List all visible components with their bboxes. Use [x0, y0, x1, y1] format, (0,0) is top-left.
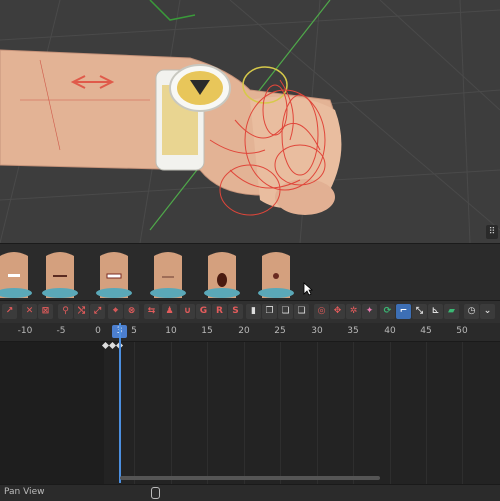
chevron-down-icon[interactable]: ⌄ — [480, 304, 495, 319]
ruler-tick: 45 — [420, 326, 432, 336]
graph-editor-icon[interactable]: ⌐ — [396, 304, 411, 319]
paste-icon[interactable]: ❏ — [278, 304, 293, 319]
ruler-tick: 35 — [347, 326, 359, 336]
scale-icon[interactable]: S — [228, 304, 243, 319]
gridline — [244, 342, 245, 484]
paste-flipped-icon[interactable]: ❑ — [294, 304, 309, 319]
armature-icon[interactable]: ⊠ — [38, 304, 53, 319]
ruler-tick: 5 — [131, 326, 137, 336]
scale-key-icon[interactable]: ⤢ — [90, 304, 105, 319]
view-toggle-icon[interactable]: ⠿ — [486, 225, 498, 239]
breakdown-icon[interactable]: ✲ — [346, 304, 361, 319]
gridline — [462, 342, 463, 484]
shape-key-thumb[interactable] — [92, 248, 136, 298]
bone-icon[interactable]: ↗ — [2, 304, 17, 319]
keyframe-delete-icon[interactable]: ⊗ — [124, 304, 139, 319]
loc-key-icon[interactable]: ⚲ — [58, 304, 73, 319]
frame-ruler[interactable]: -10 -5 0 5 10 15 20 25 30 35 40 45 50 3 — [0, 323, 500, 342]
gridline — [426, 342, 427, 484]
shape-key-thumb[interactable] — [254, 248, 298, 298]
shape-key-thumb[interactable] — [38, 248, 82, 298]
shape-key-thumb[interactable] — [0, 248, 36, 298]
rotate-icon[interactable]: R — [212, 304, 227, 319]
status-mode-text: Pan View — [4, 487, 45, 497]
keyframe-insert-icon[interactable]: ⌖ — [108, 304, 123, 319]
gridline — [134, 342, 135, 484]
render-icon[interactable]: ▰ — [444, 304, 459, 319]
mouse-cursor-icon — [303, 282, 313, 296]
playhead[interactable] — [119, 323, 121, 483]
grab-icon[interactable]: G — [196, 304, 211, 319]
gridline — [390, 342, 391, 484]
dopesheet-icon[interactable]: ⤡ — [412, 304, 427, 319]
bone-pink-icon[interactable]: ✦ — [362, 304, 377, 319]
gridline — [317, 342, 318, 484]
bookmark-icon[interactable]: ▮ — [246, 304, 261, 319]
mirror-icon[interactable]: ⇆ — [144, 304, 159, 319]
clock-icon[interactable]: ◷ — [464, 304, 479, 319]
ruler-tick: 50 — [456, 326, 468, 336]
copy-icon[interactable]: ❐ — [262, 304, 277, 319]
gridline — [171, 342, 172, 484]
ruler-tick: 0 — [95, 326, 101, 336]
ruler-tick: 30 — [311, 326, 323, 336]
mouse-icon — [151, 487, 160, 499]
gridline — [207, 342, 208, 484]
ruler-tick: 20 — [238, 326, 250, 336]
ruler-tick: 10 — [165, 326, 177, 336]
ruler-tick: -5 — [56, 326, 66, 336]
pose-icon[interactable]: ✕ — [22, 304, 37, 319]
gridline — [280, 342, 281, 484]
shape-key-thumb[interactable] — [146, 248, 190, 298]
status-bar: Pan View — [0, 484, 500, 501]
ik-icon[interactable]: ∪ — [180, 304, 195, 319]
nla-icon[interactable]: ⊾ — [428, 304, 443, 319]
refresh-icon[interactable]: ⟳ — [380, 304, 395, 319]
character-icon[interactable]: ♟ — [162, 304, 177, 319]
ruler-tick: 15 — [201, 326, 213, 336]
gridline — [353, 342, 354, 484]
transform-icon[interactable]: ✥ — [330, 304, 345, 319]
ruler-tick: 40 — [384, 326, 396, 336]
3d-viewport[interactable]: ⠿ — [0, 0, 500, 243]
rot-key-icon[interactable]: ⤭ — [74, 304, 89, 319]
ruler-tick: -10 — [17, 326, 33, 336]
shape-key-strip — [0, 243, 500, 301]
viewport-scene — [0, 0, 500, 243]
timeline-area[interactable] — [0, 342, 500, 484]
ruler-tick: 25 — [274, 326, 286, 336]
shape-key-thumb[interactable] — [200, 248, 244, 298]
select-icon[interactable]: ◎ — [314, 304, 329, 319]
out-of-range-shade — [0, 342, 104, 484]
timeline-scrollbar[interactable] — [120, 476, 380, 480]
action-toolbar: ↗ ✕ ⊠ ⚲ ⤭ ⤢ ⌖ ⊗ ⇆ ♟ ∪ G R S ▮ ❐ ❏ ❑ ◎ ✥ … — [0, 300, 500, 324]
